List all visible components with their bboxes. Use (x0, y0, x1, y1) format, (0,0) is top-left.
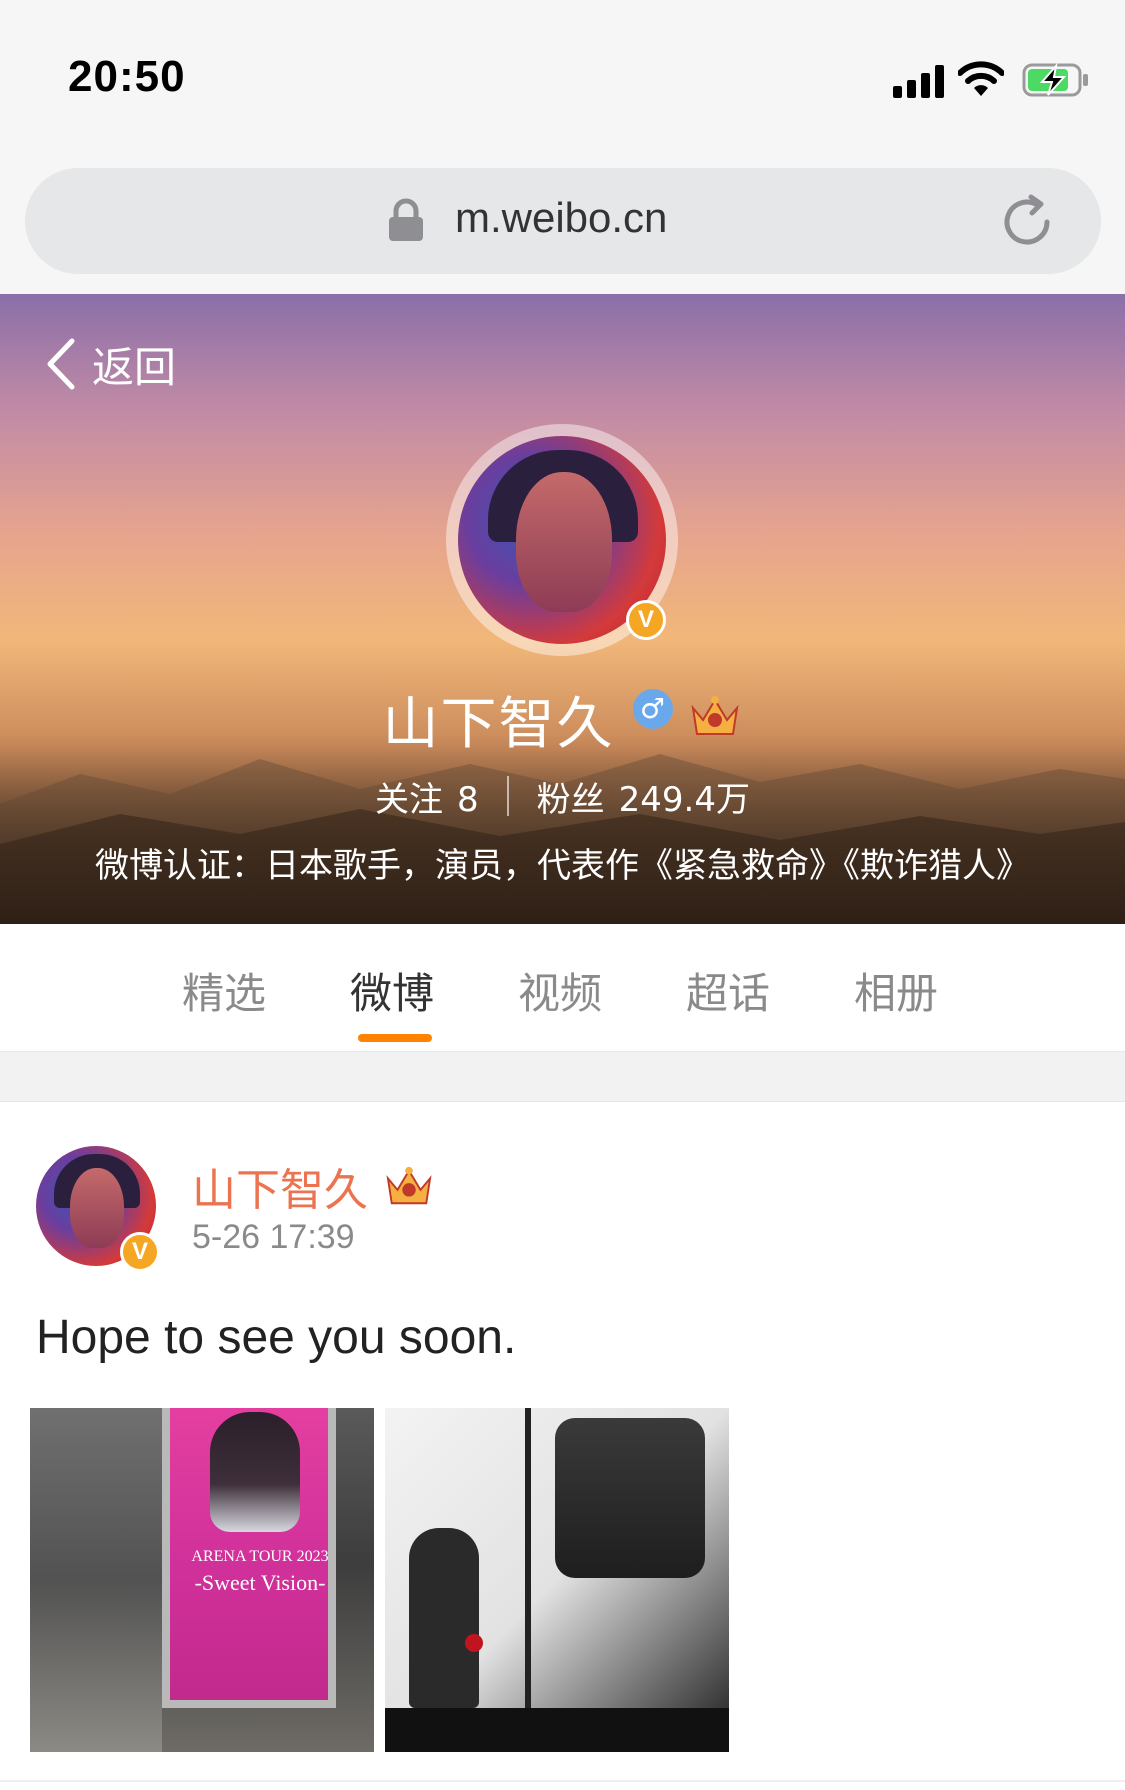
tab-weibo[interactable]: 微博 (350, 960, 434, 1021)
male-gender-icon: ♂ (632, 689, 673, 729)
post-image-2[interactable] (385, 1408, 729, 1752)
monitor-bezel (385, 1708, 729, 1752)
stats-row: 关注 8 粉丝 249.4万 (0, 772, 1125, 820)
tab-supertopic[interactable]: 超话 (686, 960, 770, 1021)
chevron-left-icon (47, 338, 75, 390)
seated-figure (555, 1418, 705, 1578)
poster-subtitle: -Sweet Vision- (194, 1570, 326, 1595)
crown-icon (690, 696, 739, 735)
verified-badge-icon: V (626, 600, 666, 640)
status-time: 20:50 (68, 52, 186, 101)
address-bar[interactable]: m.weibo.cn (25, 168, 1101, 274)
followers-count: 249.4万 (618, 779, 750, 820)
post-verified-badge-icon: V (120, 1232, 160, 1272)
verification-text: 微博认证：日本歌手，演员，代表作《紧急救命》《欺诈猎人》 (95, 846, 1030, 886)
profile-header: 返回 V 山下智久 ♂ 关注 8 粉丝 249.4万 微博认证：日本歌手，演员，代表… (0, 294, 1125, 924)
corridor-background (30, 1408, 162, 1752)
battery-charging-icon (1022, 62, 1088, 97)
tour-poster: ARENA TOUR 2023 -Sweet Vision- (162, 1408, 336, 1708)
followers-stat[interactable]: 粉丝 249.4万 (537, 772, 750, 821)
following-label: 关注 (375, 779, 443, 820)
profile-avatar[interactable]: V (446, 424, 678, 656)
tab-videos[interactable]: 视频 (518, 960, 602, 1021)
monitor-edge (525, 1408, 531, 1752)
followers-label: 粉丝 (536, 779, 605, 820)
following-stat[interactable]: 关注 8 (375, 772, 479, 821)
standing-figure (409, 1528, 479, 1708)
lock-icon (389, 198, 423, 241)
tab-featured[interactable]: 精选 (182, 960, 266, 1021)
active-tab-indicator (358, 1034, 432, 1042)
cellular-signal-icon (893, 64, 945, 98)
rose-icon (465, 1634, 483, 1652)
post-author[interactable]: 山下智久 (192, 1154, 436, 1218)
profile-name: 山下智久 (382, 691, 615, 757)
profile-tabs: 精选 微博 视频 超话 相册 (0, 924, 1125, 1052)
stats-divider (506, 776, 509, 816)
section-divider (0, 1052, 1125, 1102)
poster-title: ARENA TOUR 2023 (191, 1548, 329, 1565)
tab-album[interactable]: 相册 (854, 960, 938, 1021)
profile-name-row: 山下智久 ♂ (0, 682, 1125, 757)
post-text: Hope to see you soon. (36, 1311, 517, 1364)
following-count: 8 (457, 779, 479, 820)
feed-post: V 山下智久 5-26 17:39 Hope to see you soon. … (0, 1102, 1125, 1790)
post-author-name: 山下智久 (192, 1165, 368, 1216)
status-bar: 20:50 (0, 0, 1125, 150)
post-divider (0, 1780, 1125, 1782)
reload-icon[interactable] (997, 192, 1057, 252)
back-button[interactable]: 返回 (44, 334, 176, 394)
crown-icon (386, 1166, 432, 1205)
url-text: m.weibo.cn (455, 194, 668, 241)
browser-address-area: m.weibo.cn (0, 150, 1125, 294)
back-label: 返回 (92, 342, 177, 392)
post-image-1[interactable]: ARENA TOUR 2023 -Sweet Vision- (30, 1408, 374, 1752)
wifi-icon (958, 61, 1004, 96)
post-time: 5-26 17:39 (192, 1218, 355, 1256)
